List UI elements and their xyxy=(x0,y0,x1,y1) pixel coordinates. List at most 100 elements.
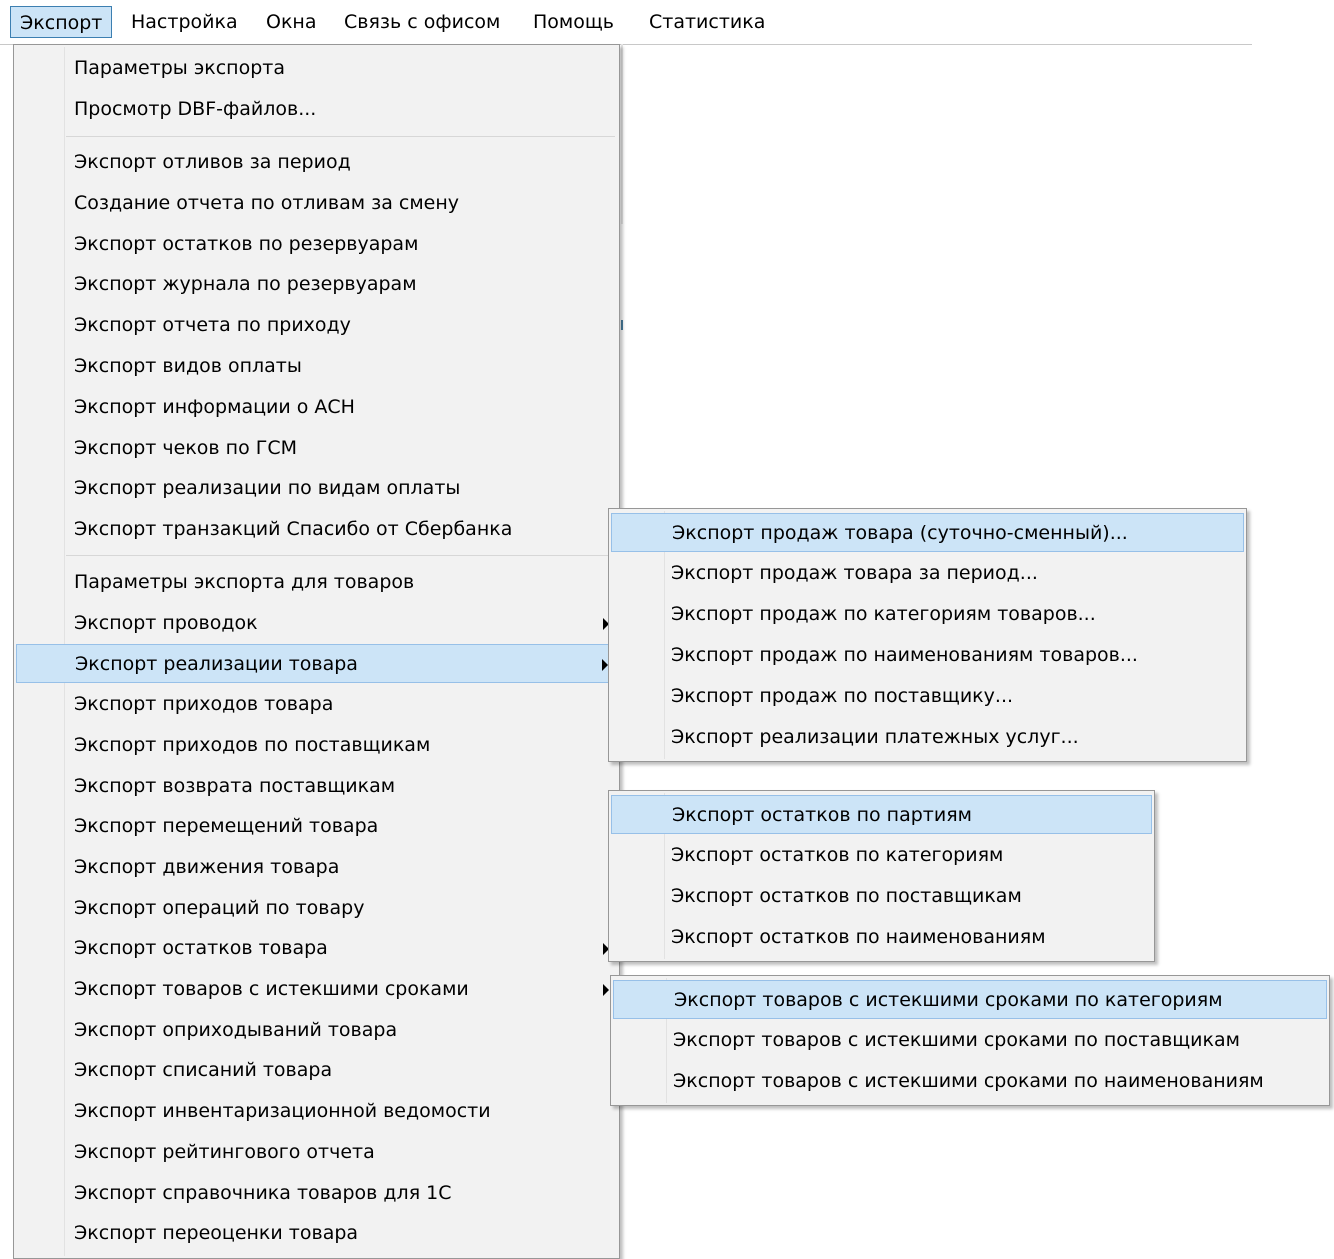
export-menu-item-label: Экспорт справочника товаров для 1С xyxy=(74,1182,452,1204)
sales-submenu-item[interactable]: Экспорт реализации платежных услуг... xyxy=(611,718,1244,757)
sales-submenu-item-label: Экспорт продаж по наименованиям товаров.… xyxy=(671,644,1138,666)
export-menu-item-label: Экспорт чеков по ГСМ xyxy=(74,437,297,459)
background-window-edge xyxy=(621,44,623,224)
export-menu-item-label: Экспорт перемещений товара xyxy=(74,815,379,837)
export-menu-item-label: Экспорт движения товара xyxy=(74,856,340,878)
export-menu-item-label: Экспорт возврата поставщикам xyxy=(74,775,396,797)
export-menu-item[interactable]: Экспорт перемещений товара xyxy=(16,807,617,846)
menu-bar: Экспорт Настройка Окна Связь с офисом По… xyxy=(0,0,1252,45)
export-menu-item[interactable]: Экспорт возврата поставщикам xyxy=(16,767,617,806)
export-menu-item-label: Параметры экспорта для товаров xyxy=(74,571,415,593)
menu-separator xyxy=(66,555,615,556)
export-menu-item[interactable]: Экспорт реализации товара xyxy=(16,644,617,683)
menu-help[interactable]: Помощь xyxy=(524,6,623,38)
export-menu-item-label: Создание отчета по отливам за смену xyxy=(74,192,460,214)
export-menu-item[interactable]: Экспорт инвентаризационной ведомости xyxy=(16,1092,617,1131)
stock-submenu-item[interactable]: Экспорт остатков по поставщикам xyxy=(611,877,1152,916)
export-menu-item[interactable]: Параметры экспорта xyxy=(16,49,617,88)
menu-settings[interactable]: Настройка xyxy=(122,6,247,38)
sales-submenu-item[interactable]: Экспорт продаж по категориям товаров... xyxy=(611,595,1244,634)
export-dropdown-menu: Параметры экспорта Просмотр DBF-файлов...… xyxy=(13,44,620,1259)
export-menu-item-label: Экспорт приходов по поставщикам xyxy=(74,734,431,756)
submenu-arrow-icon xyxy=(603,984,609,996)
export-menu-item-label: Экспорт транзакций Спасибо от Сбербанка xyxy=(74,518,513,540)
export-menu-item-label: Экспорт списаний товара xyxy=(74,1059,333,1081)
expired-submenu-item-label: Экспорт товаров с истекшими сроками по н… xyxy=(673,1070,1264,1092)
sales-submenu-item-label: Экспорт продаж по категориям товаров... xyxy=(671,603,1096,625)
export-menu-item-label: Экспорт остатков товара xyxy=(74,937,328,959)
sales-submenu-item-label: Экспорт продаж товара за период... xyxy=(671,562,1038,584)
export-menu-item[interactable]: Экспорт реализации по видам оплаты xyxy=(16,469,617,508)
export-menu-item[interactable]: Экспорт информации о АСН xyxy=(16,388,617,427)
sales-submenu-item[interactable]: Экспорт продаж по наименованиям товаров.… xyxy=(611,636,1244,675)
export-menu-item[interactable]: Экспорт переоценки товара xyxy=(16,1214,617,1253)
export-menu-item[interactable]: Экспорт транзакций Спасибо от Сбербанка xyxy=(16,510,617,549)
export-menu-item-label: Экспорт отливов за период xyxy=(74,151,351,173)
sales-submenu-item-label: Экспорт продаж по поставщику... xyxy=(671,685,1014,707)
export-menu-item-label: Экспорт отчета по приходу xyxy=(74,314,351,336)
expired-submenu-item-label: Экспорт товаров с истекшими сроками по к… xyxy=(674,989,1223,1011)
export-menu-item-label: Экспорт операций по товару xyxy=(74,897,365,919)
export-menu-item[interactable]: Экспорт движения товара xyxy=(16,848,617,887)
export-menu-item[interactable]: Параметры экспорта для товаров xyxy=(16,563,617,602)
stock-submenu-item-label: Экспорт остатков по поставщикам xyxy=(671,885,1022,907)
expired-submenu-item[interactable]: Экспорт товаров с истекшими сроками по н… xyxy=(613,1062,1327,1101)
export-menu-item[interactable]: Экспорт видов оплаты xyxy=(16,347,617,386)
stock-submenu-item-label: Экспорт остатков по категориям xyxy=(671,844,1004,866)
export-menu-item-label: Экспорт переоценки товара xyxy=(74,1222,359,1244)
expired-submenu-item-label: Экспорт товаров с истекшими сроками по п… xyxy=(673,1029,1240,1051)
menu-separator xyxy=(66,136,615,137)
export-menu-item[interactable]: Экспорт приходов товара xyxy=(16,685,617,724)
stock-submenu-item-label: Экспорт остатков по наименованиям xyxy=(671,926,1046,948)
export-menu-item[interactable]: Экспорт остатков по резервуарам xyxy=(16,225,617,264)
menu-office-connection[interactable]: Связь с офисом xyxy=(335,6,509,38)
expired-submenu-item[interactable]: Экспорт товаров с истекшими сроками по п… xyxy=(613,1021,1327,1060)
export-menu-item[interactable]: Экспорт журнала по резервуарам xyxy=(16,265,617,304)
stock-submenu-item-label: Экспорт остатков по партиям xyxy=(672,804,972,826)
menu-export[interactable]: Экспорт xyxy=(10,6,113,38)
stock-submenu-item[interactable]: Экспорт остатков по категориям xyxy=(611,836,1152,875)
stock-submenu-item[interactable]: Экспорт остатков по партиям xyxy=(611,795,1152,834)
menu-statistics[interactable]: Статистика xyxy=(640,6,774,38)
menu-windows[interactable]: Окна xyxy=(257,6,326,38)
export-menu-item[interactable]: Экспорт операций по товару xyxy=(16,889,617,928)
export-menu-item-label: Экспорт инвентаризационной ведомости xyxy=(74,1100,491,1122)
export-menu-item[interactable]: Создание отчета по отливам за смену xyxy=(16,184,617,223)
export-menu-item-label: Экспорт проводок xyxy=(74,612,258,634)
export-menu-item[interactable]: Экспорт остатков товара xyxy=(16,929,617,968)
export-menu-item[interactable]: Экспорт чеков по ГСМ xyxy=(16,429,617,468)
background-window-edge xyxy=(621,320,623,330)
expired-submenu-item[interactable]: Экспорт товаров с истекшими сроками по к… xyxy=(613,980,1327,1019)
export-menu-item-label: Параметры экспорта xyxy=(74,57,285,79)
expired-goods-submenu: Экспорт товаров с истекшими сроками по к… xyxy=(610,975,1330,1106)
export-menu-item[interactable]: Экспорт проводок xyxy=(16,604,617,643)
sales-submenu-item-label: Экспорт продаж товара (суточно-сменный).… xyxy=(672,522,1128,544)
export-menu-item[interactable]: Экспорт приходов по поставщикам xyxy=(16,726,617,765)
export-menu-item-label: Экспорт видов оплаты xyxy=(74,355,302,377)
export-menu-item[interactable]: Экспорт товаров с истекшими сроками xyxy=(16,970,617,1009)
export-menu-item-label: Экспорт информации о АСН xyxy=(74,396,355,418)
export-menu-item[interactable]: Экспорт списаний товара xyxy=(16,1051,617,1090)
export-menu-item-label: Экспорт рейтингового отчета xyxy=(74,1141,375,1163)
export-menu-item[interactable]: Экспорт оприходываний товара xyxy=(16,1011,617,1050)
export-menu-item-label: Экспорт остатков по резервуарам xyxy=(74,233,419,255)
export-menu-item[interactable]: Экспорт отливов за период xyxy=(16,143,617,182)
export-menu-item-label: Экспорт товаров с истекшими сроками xyxy=(74,978,469,1000)
sales-submenu: Экспорт продаж товара (суточно-сменный).… xyxy=(608,508,1247,762)
export-menu-item[interactable]: Экспорт справочника товаров для 1С xyxy=(16,1174,617,1213)
export-menu-item[interactable]: Экспорт отчета по приходу xyxy=(16,306,617,345)
export-menu-item-label: Экспорт приходов товара xyxy=(74,693,334,715)
export-menu-item-label: Экспорт оприходываний товара xyxy=(74,1019,398,1041)
stock-submenu-item[interactable]: Экспорт остатков по наименованиям xyxy=(611,918,1152,957)
sales-submenu-item[interactable]: Экспорт продаж товара за период... xyxy=(611,554,1244,593)
export-menu-item-label: Просмотр DBF-файлов... xyxy=(74,98,317,120)
sales-submenu-item-label: Экспорт реализации платежных услуг... xyxy=(671,726,1079,748)
export-menu-item-label: Экспорт реализации по видам оплаты xyxy=(74,477,461,499)
sales-submenu-item[interactable]: Экспорт продаж товара (суточно-сменный).… xyxy=(611,513,1244,552)
export-menu-item-label: Экспорт реализации товара xyxy=(75,653,358,675)
export-menu-item[interactable]: Просмотр DBF-файлов... xyxy=(16,90,617,129)
sales-submenu-item[interactable]: Экспорт продаж по поставщику... xyxy=(611,677,1244,716)
stock-submenu: Экспорт остатков по партиям Экспорт остат… xyxy=(608,790,1155,962)
export-menu-item[interactable]: Экспорт рейтингового отчета xyxy=(16,1133,617,1172)
export-menu-item-label: Экспорт журнала по резервуарам xyxy=(74,273,417,295)
